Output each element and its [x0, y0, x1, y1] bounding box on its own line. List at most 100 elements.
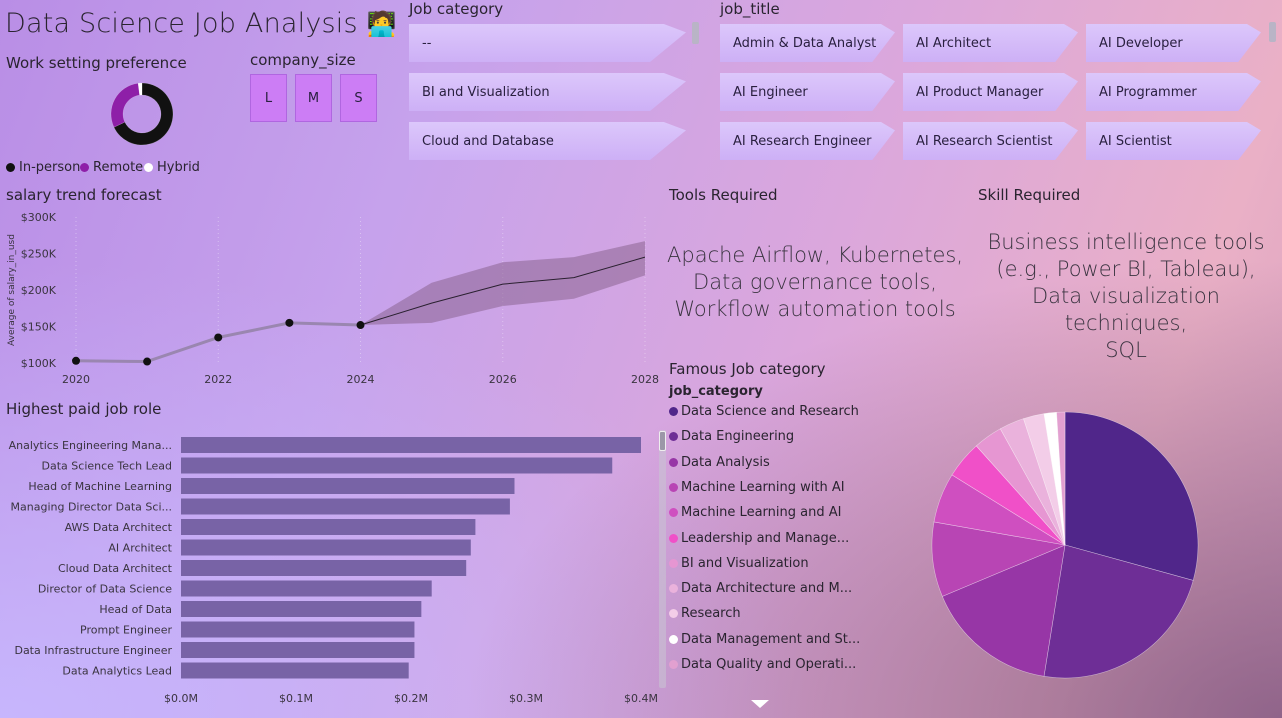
legend-remote[interactable]: Remote — [80, 160, 143, 175]
bar-category-label: Director of Data Science — [38, 583, 172, 596]
job-category-option-bi[interactable]: BI and Visualization — [409, 73, 686, 111]
remote-dot-icon — [80, 163, 89, 172]
bar-chart-scrollbar-thumb[interactable] — [659, 431, 666, 451]
y-tick-label: $250K — [21, 248, 57, 261]
pie-legend-item[interactable]: Data Management and St... — [669, 632, 860, 647]
legend-in-person-label: In-person — [19, 160, 81, 175]
salary-actual-line — [75, 321, 361, 364]
job-title-option-ai-research-engineer[interactable]: AI Research Engineer — [720, 122, 895, 160]
bar-0[interactable] — [181, 437, 641, 453]
technologist-emoji-icon: 🧑‍💻 — [366, 10, 397, 38]
pie-legend-label: Data Architecture and M... — [681, 581, 853, 597]
company-size-title: company_size — [250, 51, 356, 69]
pie-legend-item[interactable]: Data Science and Research — [669, 404, 859, 419]
bar-category-label: Prompt Engineer — [80, 624, 172, 637]
job-title-option-ai-programmer[interactable]: AI Programmer — [1086, 73, 1261, 111]
bar-2[interactable] — [181, 478, 515, 494]
pie-legend-item[interactable]: Data Architecture and M... — [669, 581, 852, 596]
job-category-slicer-title: Job category — [409, 0, 504, 18]
job-category-scrollbar[interactable] — [692, 22, 699, 44]
skill-line-2: (e.g., Power BI, Tableau), — [996, 257, 1256, 281]
salary-trend-chart[interactable]: $100K $150K $200K $250K $300K 2020 2022 2024 202… — [0, 205, 665, 390]
x-tick-label: $0.0M — [164, 692, 198, 705]
salary-data-point[interactable] — [356, 321, 365, 330]
pie-legend-label: Data Engineering — [681, 429, 795, 445]
bar-4[interactable] — [181, 519, 476, 535]
x-tick-label: $0.1M — [279, 692, 313, 705]
bar-6[interactable] — [181, 560, 467, 576]
job-title-scrollbar[interactable] — [1269, 22, 1276, 42]
pie-legend-item[interactable]: Data Engineering — [669, 429, 794, 444]
pie-legend-label: Leadership and Manage... — [681, 530, 850, 546]
x-tick-label: 2024 — [347, 373, 375, 386]
bar-category-label: Analytics Engineering Mana... — [9, 439, 172, 452]
legend-dot-icon — [669, 407, 678, 416]
job-title-option-admin-data-analyst[interactable]: Admin & Data Analyst — [720, 24, 895, 62]
pie-legend-item[interactable]: Machine Learning and AI — [669, 505, 841, 520]
bar-7[interactable] — [181, 580, 432, 597]
job-title-option-ai-developer[interactable]: AI Developer — [1086, 24, 1261, 62]
job-title-option-ai-product-manager[interactable]: AI Product Manager — [903, 73, 1078, 111]
x-tick-label: 2028 — [631, 373, 659, 386]
legend-dot-icon — [669, 457, 678, 467]
famous-category-title: Famous Job category — [669, 360, 826, 378]
job-title-option-ai-research-scientist[interactable]: AI Research Scientist — [903, 122, 1078, 160]
job-title-option-ai-architect[interactable]: AI Architect — [903, 24, 1078, 62]
pie-legend-label: Data Science and Research — [681, 404, 859, 419]
pie-legend-label: Research — [681, 606, 741, 622]
company-size-m-button[interactable]: M — [295, 74, 332, 122]
bar-1[interactable] — [181, 457, 613, 474]
legend-hybrid[interactable]: Hybrid — [144, 160, 200, 175]
bar-category-label: Head of Machine Learning — [28, 480, 172, 493]
highest-paid-bar-chart[interactable]: Analytics Engineering Mana... Data Scienc… — [0, 430, 665, 715]
famous-category-pie-chart[interactable] — [925, 405, 1205, 685]
bar-5[interactable] — [181, 539, 471, 556]
legend-scroll-down-icon[interactable] — [751, 700, 769, 708]
job-category-option-none[interactable]: -- — [409, 24, 686, 62]
bar-9[interactable] — [181, 621, 415, 638]
y-tick-label: $200K — [21, 284, 57, 297]
x-tick-label: 2022 — [204, 373, 232, 386]
pie-legend-label: Data Analysis — [681, 454, 770, 470]
legend-dot-icon — [669, 508, 678, 518]
y-tick-label: $100K — [21, 357, 57, 370]
salary-data-point[interactable] — [143, 357, 152, 366]
company-size-l-button[interactable]: L — [250, 74, 287, 122]
pie-legend-label: Data Quality and Operati... — [681, 657, 857, 672]
bar-category-label: Data Science Tech Lead — [42, 460, 172, 473]
bar-8[interactable] — [181, 601, 422, 617]
bar-category-label: AWS Data Architect — [65, 521, 173, 534]
job-title-option-ai-scientist[interactable]: AI Scientist — [1086, 122, 1261, 160]
pie-legend-item[interactable]: Machine Learning with AI — [669, 480, 845, 495]
tools-line-2: Data governance tools, — [693, 270, 937, 294]
bar-10[interactable] — [181, 642, 415, 658]
legend-dot-icon — [669, 432, 678, 442]
skill-required-text: Business intelligence tools (e.g., Power… — [970, 229, 1282, 364]
pie-legend-item[interactable]: BI and Visualization — [669, 556, 809, 571]
pie-legend-item[interactable]: Research — [669, 606, 741, 621]
y-tick-label: $300K — [21, 211, 57, 224]
pie-legend-item[interactable]: Data Analysis — [669, 455, 770, 470]
pie-legend-item[interactable]: Data Quality and Operati... — [669, 657, 856, 672]
bar-category-label: Head of Data — [99, 603, 172, 616]
salary-data-point[interactable] — [214, 333, 223, 342]
company-size-s-button[interactable]: S — [340, 74, 377, 122]
pie-legend-item[interactable]: Leadership and Manage... — [669, 531, 849, 546]
donut-slice-remote[interactable] — [110, 82, 140, 128]
bar-3[interactable] — [181, 498, 510, 515]
work-setting-donut[interactable] — [106, 78, 178, 150]
work-setting-title: Work setting preference — [6, 54, 187, 72]
salary-data-point[interactable] — [285, 318, 294, 327]
tools-line-3: Workflow automation tools — [674, 297, 956, 321]
bar-chart-scroll-track[interactable] — [659, 430, 666, 688]
job-title-option-ai-engineer[interactable]: AI Engineer — [720, 73, 895, 111]
job-category-option-cloud[interactable]: Cloud and Database — [409, 122, 686, 160]
legend-dot-icon — [669, 482, 678, 492]
bar-11[interactable] — [181, 662, 409, 679]
legend-in-person[interactable]: In-person — [6, 160, 80, 175]
y-tick-label: $150K — [21, 321, 57, 334]
legend-dot-icon — [669, 584, 678, 594]
salary-trend-title: salary trend forecast — [6, 186, 162, 204]
salary-data-point[interactable] — [72, 356, 80, 365]
x-tick-label: 2026 — [489, 373, 517, 386]
